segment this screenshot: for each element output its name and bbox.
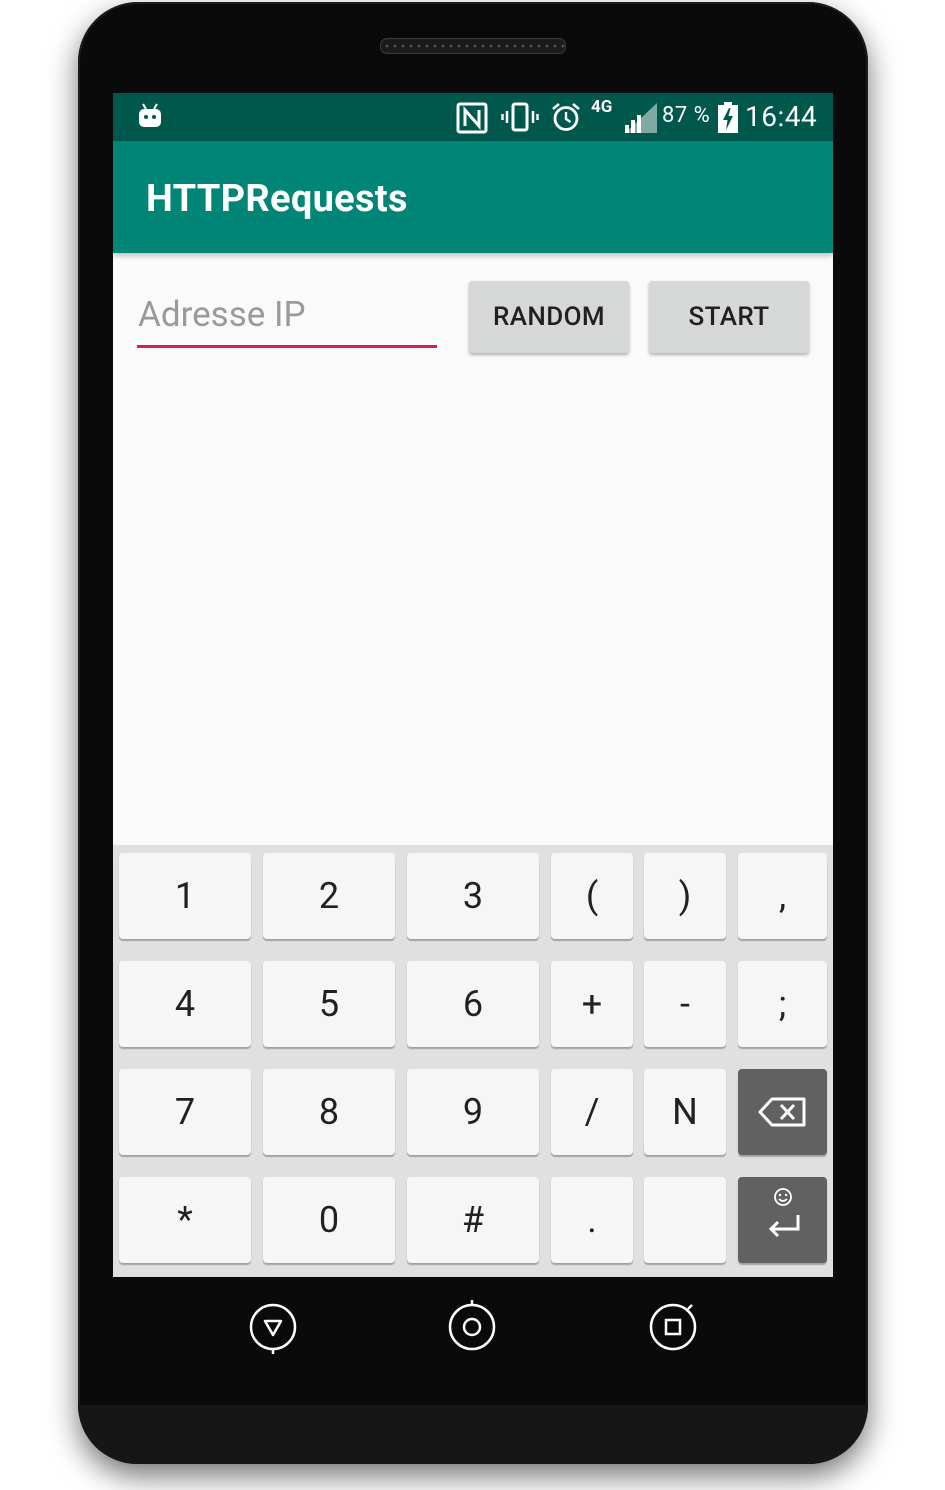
key-4[interactable]: 4 (119, 961, 251, 1047)
enter-key[interactable] (738, 1177, 827, 1263)
start-button[interactable]: START (649, 281, 809, 353)
backspace-key[interactable] (738, 1069, 827, 1155)
status-bar: 4G 87 % 16:44 (113, 93, 833, 141)
recents-icon[interactable] (648, 1300, 698, 1354)
nfc-icon (456, 102, 488, 134)
key-0[interactable]: 0 (263, 1177, 395, 1263)
battery-charging-icon (718, 102, 738, 133)
key-6[interactable]: 6 (407, 961, 539, 1047)
home-icon[interactable] (447, 1300, 497, 1354)
key-plus[interactable]: + (551, 961, 633, 1047)
enter-emoji-icon (768, 1188, 799, 1238)
key-minus[interactable]: - (644, 961, 726, 1047)
key-5[interactable]: 5 (263, 961, 395, 1047)
app-title: HTTPRequests (146, 177, 408, 221)
cell-signal-icon (625, 103, 657, 133)
alarm-icon (552, 103, 580, 131)
ip-address-field[interactable] (137, 289, 438, 348)
key-2[interactable]: 2 (263, 853, 395, 939)
key-slash[interactable]: / (551, 1069, 633, 1155)
back-icon[interactable] (248, 1300, 298, 1354)
random-button[interactable]: RANDOM (469, 281, 629, 353)
android-debug-icon (139, 103, 161, 127)
key-close-paren[interactable]: ) (644, 853, 726, 939)
network-type-label: 4G (591, 97, 613, 117)
key-3[interactable]: 3 (407, 853, 539, 939)
battery-percent: 87 % (662, 103, 711, 128)
status-clock: 16:44 (745, 100, 818, 133)
key-8[interactable]: 8 (263, 1069, 395, 1155)
key-asterisk[interactable]: * (119, 1177, 251, 1263)
vibrate-icon (501, 102, 539, 132)
key-9[interactable]: 9 (407, 1069, 539, 1155)
key-n[interactable]: N (644, 1069, 726, 1155)
phone-chin (78, 1405, 868, 1464)
key-hash[interactable]: # (407, 1177, 539, 1263)
key-comma[interactable]: , (738, 853, 827, 939)
device-screen: 4G 87 % 16:44 HTTPRequests RANDOM START … (113, 93, 833, 1277)
key-open-paren[interactable]: ( (551, 853, 633, 939)
key-semicolon[interactable]: ; (738, 961, 827, 1047)
numeric-keyboard: 1 2 3 ( ) , 4 5 6 + - ; 7 8 9 / N * 0 # … (113, 845, 833, 1277)
ip-address-input[interactable] (137, 289, 438, 339)
space-key[interactable] (644, 1177, 726, 1263)
key-7[interactable]: 7 (119, 1069, 251, 1155)
app-bar: HTTPRequests (113, 141, 833, 253)
key-period[interactable]: . (551, 1177, 633, 1263)
earpiece-speaker (380, 38, 566, 54)
key-1[interactable]: 1 (119, 853, 251, 939)
backspace-icon (758, 1097, 805, 1127)
